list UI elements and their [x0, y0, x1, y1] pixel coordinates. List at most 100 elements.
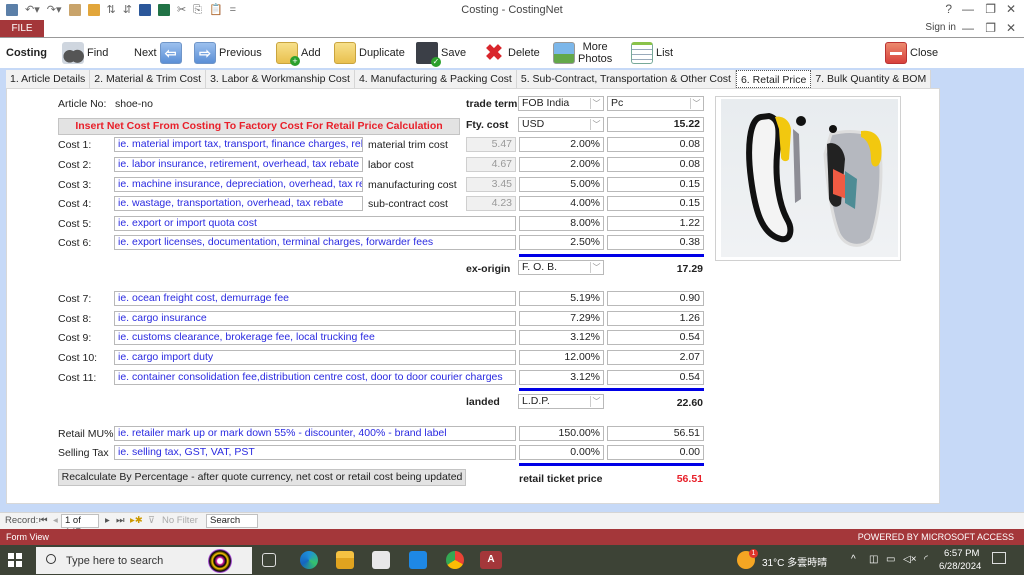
selling-tax-desc-field[interactable]: ie. selling tax, GST, VAT, PST: [114, 445, 516, 460]
product-photo[interactable]: [715, 96, 901, 261]
cost-desc-field[interactable]: ie. container consolidation fee,distribu…: [114, 370, 516, 385]
cost-desc-field[interactable]: ie. labor insurance, retirement, overhea…: [114, 157, 363, 172]
cost-amount-field[interactable]: 2.07: [607, 350, 704, 365]
cost-pct-field[interactable]: 7.29%: [519, 311, 604, 326]
cost-amount-field[interactable]: 0.54: [607, 370, 704, 385]
tab-retail-price[interactable]: 6. Retail Price: [735, 70, 812, 88]
fty-cost-field[interactable]: 15.22: [607, 117, 704, 132]
chevron-down-icon[interactable]: ﹀: [690, 98, 702, 109]
access-app-taskbar-icon[interactable]: A: [480, 551, 502, 569]
cost-desc-field[interactable]: ie. machine insurance, depreciation, ove…: [114, 177, 363, 192]
cost-desc-field[interactable]: ie. cargo import duty: [114, 350, 516, 365]
duplicate-button[interactable]: Duplicate: [334, 40, 405, 66]
next-button[interactable]: Next ⇦: [134, 40, 182, 66]
recalculate-button[interactable]: Recalculate By Percentage - after quote …: [58, 469, 466, 486]
taskbar-search-box[interactable]: Type here to search: [36, 547, 252, 574]
cost-pct-field[interactable]: 5.19%: [519, 291, 604, 306]
selling-tax-pct-field[interactable]: 0.00%: [519, 445, 604, 460]
chevron-down-icon[interactable]: ﹀: [590, 119, 602, 130]
last-record-button[interactable]: ⏭: [116, 515, 125, 526]
list-button[interactable]: List: [631, 40, 673, 66]
weather-text[interactable]: 31°C 多雲時晴: [762, 554, 827, 569]
show-hidden-icons-icon[interactable]: ^: [851, 554, 856, 565]
cost-amount-field[interactable]: 0.90: [607, 291, 704, 306]
cost-desc-field[interactable]: ie. ocean freight cost, demurrage fee: [114, 291, 516, 306]
previous-record-button[interactable]: ◂: [53, 515, 58, 526]
cost-pct-field[interactable]: 2.00%: [519, 157, 604, 172]
close-window-button[interactable]: ✕: [1006, 2, 1016, 16]
cost-desc-field[interactable]: ie. export licenses, documentation, term…: [114, 235, 516, 250]
tab-article-details[interactable]: 1. Article Details: [6, 70, 91, 88]
cost-amount-field[interactable]: 1.22: [607, 216, 704, 231]
next-record-button[interactable]: ▸: [105, 515, 110, 526]
tab-subcontract-transport-other[interactable]: 5. Sub-Contract, Transportation & Other …: [516, 70, 736, 88]
close-form-button[interactable]: Close: [885, 40, 938, 66]
new-record-button[interactable]: ▸✱: [130, 515, 143, 526]
retail-mu-amount-field[interactable]: 56.51: [607, 426, 704, 441]
restore-button[interactable]: ❐: [985, 2, 996, 16]
cost-pct-field[interactable]: 4.00%: [519, 196, 604, 211]
cost-pct-field[interactable]: 8.00%: [519, 216, 604, 231]
chrome-browser-icon[interactable]: [446, 551, 464, 569]
meet-now-icon[interactable]: ◫: [869, 554, 878, 565]
tab-manufacturing-packing-cost[interactable]: 4. Manufacturing & Packing Cost: [354, 70, 517, 88]
cost-pct-field[interactable]: 3.12%: [519, 370, 604, 385]
no-filter-button[interactable]: No Filter: [162, 515, 198, 526]
clock-time[interactable]: 6:57 PM: [944, 548, 979, 559]
insert-net-cost-button[interactable]: Insert Net Cost From Costing To Factory …: [58, 118, 460, 135]
currency-select[interactable]: USD ﹀: [518, 117, 604, 132]
cost-amount-field[interactable]: 0.38: [607, 235, 704, 250]
delete-button[interactable]: ✖ Delete: [483, 40, 540, 66]
cost-amount-field[interactable]: 0.08: [607, 137, 704, 152]
first-record-button[interactable]: ⏮: [39, 515, 48, 526]
mail-icon[interactable]: [409, 551, 427, 569]
cost-pct-field[interactable]: 2.00%: [519, 137, 604, 152]
unit-select[interactable]: Pc ﹀: [607, 96, 704, 111]
battery-icon[interactable]: ▭: [886, 554, 895, 565]
notifications-icon[interactable]: [992, 552, 1006, 564]
cost-desc-field[interactable]: ie. wastage, transportation, overhead, t…: [114, 196, 363, 211]
help-button[interactable]: ?: [945, 2, 952, 16]
chevron-down-icon[interactable]: ﹀: [590, 396, 602, 407]
ex-origin-term-select[interactable]: F. O. B. ﹀: [518, 260, 604, 275]
tab-material-trim-cost[interactable]: 2. Material & Trim Cost: [90, 70, 207, 88]
cost-amount-field[interactable]: 0.15: [607, 196, 704, 211]
doc-restore-button[interactable]: ❐: [985, 21, 996, 35]
save-button[interactable]: ✓ Save: [416, 40, 466, 67]
microsoft-store-icon[interactable]: [372, 551, 390, 569]
retail-mu-desc-field[interactable]: ie. retailer mark up or mark down 55% - …: [114, 426, 516, 441]
selling-tax-amount-field[interactable]: 0.00: [607, 445, 704, 460]
chevron-down-icon[interactable]: ﹀: [590, 262, 602, 273]
file-tab[interactable]: FILE: [0, 20, 44, 38]
previous-button[interactable]: ⇨ Previous: [194, 40, 262, 66]
task-view-icon[interactable]: [262, 553, 276, 567]
sign-in-link[interactable]: Sign in: [925, 22, 956, 33]
doc-minimize-button[interactable]: —: [962, 21, 974, 35]
cost-pct-field[interactable]: 12.00%: [519, 350, 604, 365]
edge-browser-icon[interactable]: [300, 551, 318, 569]
windows-start-icon[interactable]: [8, 553, 22, 567]
record-search-input[interactable]: Search: [206, 514, 258, 528]
cost-desc-field[interactable]: ie. export or import quota cost: [114, 216, 516, 231]
doc-close-button[interactable]: ✕: [1006, 21, 1016, 35]
landed-term-select[interactable]: L.D.P. ﹀: [518, 394, 604, 409]
current-record-field[interactable]: 1 of 147: [61, 514, 99, 538]
cost-amount-field[interactable]: 0.54: [607, 330, 704, 345]
tab-bulk-quantity-bom[interactable]: 7. Bulk Quantity & BOM: [811, 70, 932, 88]
cost-desc-field[interactable]: ie. cargo insurance: [114, 311, 516, 326]
cost-desc-field[interactable]: ie. material import tax, transport, fina…: [114, 137, 363, 152]
clock-date[interactable]: 6/28/2024: [939, 561, 981, 572]
article-no-value[interactable]: shoe-no: [115, 98, 153, 110]
cost-desc-field[interactable]: ie. customs clearance, brokerage fee, lo…: [114, 330, 516, 345]
retail-mu-pct-field[interactable]: 150.00%: [519, 426, 604, 441]
volume-muted-icon[interactable]: ◁×: [903, 554, 917, 565]
cost-pct-field[interactable]: 5.00%: [519, 177, 604, 192]
minimize-button[interactable]: —: [962, 2, 974, 16]
find-button[interactable]: Find: [62, 40, 108, 66]
tab-labor-workmanship-cost[interactable]: 3. Labor & Workmanship Cost: [206, 70, 355, 88]
file-explorer-icon[interactable]: [336, 551, 354, 569]
cost-amount-field[interactable]: 0.15: [607, 177, 704, 192]
cost-amount-field[interactable]: 1.26: [607, 311, 704, 326]
more-photos-button[interactable]: More Photos: [553, 40, 612, 66]
cost-pct-field[interactable]: 2.50%: [519, 235, 604, 250]
